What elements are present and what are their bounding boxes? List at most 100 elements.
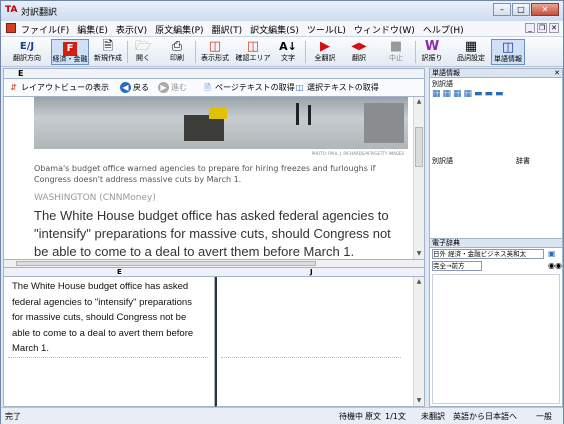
- field-label: 経済・金融: [52, 55, 88, 63]
- forward-button[interactable]: ▶ 進む: [158, 82, 187, 93]
- pane-header-bar: E J: [3, 268, 425, 277]
- new-label: 新規作成: [94, 54, 122, 62]
- app-logo-icon: TA: [5, 5, 18, 15]
- menu-item[interactable]: 表示(V): [116, 23, 147, 36]
- dictionary-icon: W: [424, 39, 440, 54]
- source-pane[interactable]: The White House budget office has asked …: [3, 277, 215, 407]
- minimize-button[interactable]: –: [493, 3, 511, 16]
- document-icon[interactable]: [6, 23, 16, 33]
- char-label: 文字: [281, 54, 295, 62]
- menu-item[interactable]: ヘルプ(H): [423, 23, 464, 36]
- web-horizontal-scrollbar[interactable]: [3, 260, 425, 268]
- menu-item[interactable]: 翻訳(T): [212, 23, 243, 36]
- new-button[interactable]: 🗎 新規作成: [91, 39, 125, 65]
- target-scroll-down-icon[interactable]: ▼: [414, 396, 424, 406]
- target-scrollbar[interactable]: ▲ ▼: [413, 277, 424, 406]
- back-button[interactable]: ◀ 戻る: [120, 82, 149, 93]
- status-direction: 英語から日本語へ: [453, 412, 517, 421]
- stop-label: 中止: [389, 54, 403, 62]
- mdi-close-button[interactable]: ✕: [549, 23, 559, 33]
- dictionary-results[interactable]: [432, 274, 560, 404]
- source-text[interactable]: The White House budget office has asked …: [12, 279, 202, 357]
- confirm-area-button[interactable]: ◫ 確認エリア: [235, 39, 271, 65]
- new-document-icon: 🗎: [102, 39, 114, 54]
- web-toolbar: ⇵ レイアウトビューの表示 ◀ 戻る ▶ 進む 🗎 ページテキストの取得 ◫ 選択テキスト…: [3, 79, 425, 97]
- scroll-thumb[interactable]: [415, 127, 423, 167]
- maximize-button[interactable]: □: [512, 3, 530, 16]
- layout-view-label: レイアウトビューの表示: [21, 83, 109, 92]
- word-tools-icon[interactable]: ▦▦▦▦▬▬▬: [432, 89, 506, 99]
- font-icon: A↓: [279, 40, 297, 53]
- scroll-up-icon[interactable]: ▲: [414, 97, 424, 107]
- forward-icon: ▶: [158, 82, 169, 93]
- panel-icon: ◫: [501, 40, 515, 55]
- mdi-controls: _ ❐ ✕: [525, 23, 559, 33]
- columns-icon: ◫: [246, 39, 260, 54]
- translation-direction-button[interactable]: E/J 翻訳方向: [7, 39, 47, 65]
- target-pane[interactable]: ▲ ▼: [215, 277, 425, 407]
- field-button[interactable]: F 経済・金融: [51, 39, 89, 65]
- word-info-label: 単語情報: [494, 55, 522, 63]
- mdi-restore-button[interactable]: ❐: [537, 23, 547, 33]
- print-button[interactable]: ⎙ 印刷: [165, 39, 189, 65]
- menu-item[interactable]: ツール(L): [307, 23, 346, 36]
- binoculars-icon[interactable]: ◉◉: [548, 261, 562, 270]
- document-tab[interactable]: E: [3, 68, 425, 79]
- alt-words-header: 別訳語 辞書: [432, 156, 560, 166]
- menu-item[interactable]: 原文編集(P): [155, 23, 203, 36]
- dict-column: 辞書: [516, 157, 530, 165]
- selection-icon: ◫: [295, 83, 304, 92]
- alt-words-label: 別訳語: [432, 80, 453, 88]
- status-bar: 完了 待機中 原文 1/1文 未翻訳 英語から日本語へ 一般: [1, 407, 563, 424]
- open-button[interactable]: 🗁 開く: [131, 39, 155, 65]
- menu-item[interactable]: 訳文編集(S): [250, 23, 299, 36]
- layout-view-button[interactable]: ⇵ レイアウトビューの表示: [8, 82, 109, 93]
- scroll-down-icon[interactable]: ▼: [414, 249, 424, 259]
- title-bar: TA 対訳翻訳 – □ ✕: [1, 1, 563, 21]
- photo-caption: Obama's budget office warned agencies to…: [34, 164, 376, 184]
- panel-close-icon[interactable]: ✕: [554, 69, 560, 77]
- forward-label: 進む: [171, 83, 187, 92]
- translate-label: 翻訳: [352, 54, 366, 62]
- dictionary-book-icon[interactable]: ▣: [548, 249, 556, 258]
- menu-item[interactable]: ウィンドウ(W): [354, 23, 415, 36]
- match-select[interactable]: 完全→前方: [432, 261, 482, 271]
- menu-list: ファイル(F) 編集(E) 表示(V) 原文編集(P) 翻訳(T) 訳文編集(S) ツール(…: [21, 23, 464, 36]
- settings-icon: ▦: [464, 39, 478, 54]
- photo-credit: PHOTO: PAUL J. RICHARDS/AFP/GETTY IMAGES: [311, 151, 404, 156]
- menu-item[interactable]: ファイル(F): [21, 23, 69, 36]
- mdi-minimize-button[interactable]: _: [525, 23, 535, 33]
- stop-button[interactable]: ■ 中止: [385, 39, 407, 65]
- open-label: 開く: [136, 54, 150, 62]
- back-label: 戻る: [133, 83, 149, 92]
- translate-all-button[interactable]: ▶ 全翻訳: [311, 39, 339, 65]
- menu-item[interactable]: 編集(E): [77, 23, 108, 36]
- printer-icon: ⎙: [171, 39, 183, 54]
- display-format-button[interactable]: ◫ 表示形式: [199, 39, 231, 65]
- article-byline: WASHINGTON (CNNMoney): [34, 193, 156, 203]
- word-info-button[interactable]: ◫ 単語情報: [491, 39, 525, 65]
- print-label: 印刷: [170, 54, 184, 62]
- translate-button[interactable]: ◀▶ 翻訳: [347, 39, 371, 65]
- get-selected-text-button[interactable]: ◫ 選択テキストの取得: [294, 82, 379, 93]
- get-page-text-button[interactable]: 🗎 ページテキストの取得: [202, 82, 294, 93]
- status-text-type: 原文: [365, 412, 381, 421]
- horizontal-scroll-thumb[interactable]: [16, 261, 316, 266]
- web-vertical-scrollbar[interactable]: ▲ ▼: [413, 97, 424, 259]
- confirm-area-label: 確認エリア: [235, 54, 271, 62]
- display-format-label: 表示形式: [201, 54, 229, 62]
- quality-button[interactable]: ▦ 品詞設定: [453, 39, 489, 65]
- word-info-header: 単語情報 ✕: [429, 68, 563, 78]
- web-view[interactable]: PHOTO: PAUL J. RICHARDS/AFP/GETTY IMAGES…: [3, 97, 425, 260]
- window-controls: – □ ✕: [493, 3, 559, 16]
- close-button[interactable]: ✕: [531, 3, 559, 16]
- folder-icon: 🗁: [134, 39, 152, 54]
- char-button[interactable]: A↓ 文字: [275, 39, 301, 65]
- quality-label: 品詞設定: [457, 54, 485, 62]
- dict-lookup-button[interactable]: W 訳振り: [419, 39, 445, 65]
- target-scroll-up-icon[interactable]: ▲: [414, 277, 424, 287]
- target-pane-label: J: [310, 268, 313, 276]
- word-info-title: 単語情報: [432, 69, 460, 77]
- get-selected-text-label: 選択テキストの取得: [307, 83, 379, 92]
- dictionary-select[interactable]: 日外 経済・金融ビジネス英和太: [432, 249, 544, 259]
